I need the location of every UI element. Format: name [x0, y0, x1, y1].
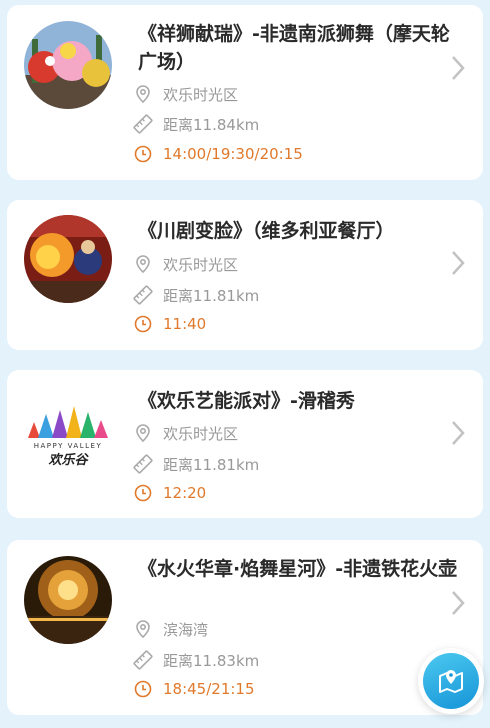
time-text: 11:40 [163, 315, 207, 333]
event-thumbnail [24, 215, 112, 303]
event-thumbnail: HAPPY VALLEY 欢乐谷 [24, 384, 112, 472]
event-time: 18:45/21:15 [133, 677, 255, 701]
distance-text: 距离11.84km [163, 115, 260, 134]
event-card[interactable]: 《祥狮献瑞》-非遗南派狮舞（摩天轮广场） 欢乐时光区 距离11.84km 14:… [7, 5, 483, 180]
location-pin-icon [136, 85, 150, 104]
event-time: 14:00/19:30/20:15 [133, 142, 303, 166]
event-time: 11:40 [133, 312, 206, 336]
event-card[interactable]: HAPPY VALLEY 欢乐谷 《欢乐艺能派对》-滑稽秀 欢乐时光区 距离11… [7, 370, 483, 518]
clock-icon [134, 484, 152, 502]
event-title: 《水火华章·焰舞星河》-非遗铁花火壶 [138, 558, 458, 580]
location-text: 滨海湾 [163, 620, 209, 639]
chevron-right-icon[interactable] [451, 590, 465, 616]
clock-icon [134, 315, 152, 333]
event-thumbnail [24, 21, 112, 109]
time-text: 12:20 [163, 484, 207, 502]
location-text: 欢乐时光区 [163, 255, 239, 274]
event-location: 欢乐时光区 [133, 82, 238, 106]
event-distance: 距离11.81km [133, 452, 259, 476]
location-pin-icon [136, 424, 150, 443]
event-time: 12:20 [133, 481, 206, 505]
event-location: 欢乐时光区 [133, 252, 238, 276]
ruler-icon [133, 114, 153, 134]
clock-icon [134, 680, 152, 698]
location-pin-icon [136, 620, 150, 639]
event-card[interactable]: 《水火华章·焰舞星河》-非遗铁花火壶 滨海湾 距离11.83km 18:45/2… [7, 540, 483, 715]
chevron-right-icon[interactable] [451, 250, 465, 276]
event-title: 《欢乐艺能派对》-滑稽秀 [138, 390, 355, 412]
event-distance: 距离11.81km [133, 283, 259, 307]
event-thumbnail [24, 556, 112, 644]
event-title: 《川剧变脸》（维多利亚餐厅） [138, 220, 395, 242]
clock-icon [134, 145, 152, 163]
time-text: 18:45/21:15 [163, 680, 255, 698]
ruler-icon [133, 454, 153, 474]
chevron-right-icon[interactable] [451, 55, 465, 81]
map-button[interactable] [418, 648, 484, 714]
map-button-inner[interactable] [423, 653, 479, 709]
event-location: 滨海湾 [133, 617, 208, 641]
event-title: 《祥狮献瑞》-非遗南派狮舞（摩天轮广场） [138, 23, 450, 73]
logo-text: 欢乐谷 [48, 452, 89, 468]
logo-subtext: HAPPY VALLEY [34, 442, 102, 450]
time-text: 14:00/19:30/20:15 [163, 145, 303, 163]
event-card[interactable]: 《川剧变脸》（维多利亚餐厅） 欢乐时光区 距离11.81km 11:40 [7, 200, 483, 350]
event-distance: 距离11.83km [133, 648, 259, 672]
distance-text: 距离11.81km [163, 455, 260, 474]
distance-text: 距离11.81km [163, 286, 260, 305]
event-location: 欢乐时光区 [133, 421, 238, 445]
ruler-icon [133, 285, 153, 305]
location-text: 欢乐时光区 [163, 85, 239, 104]
chevron-right-icon[interactable] [451, 420, 465, 446]
map-pin-icon [439, 670, 463, 693]
distance-text: 距离11.83km [163, 651, 260, 670]
location-pin-icon [136, 255, 150, 274]
ruler-icon [133, 650, 153, 670]
event-distance: 距离11.84km [133, 112, 259, 136]
location-text: 欢乐时光区 [163, 424, 239, 443]
